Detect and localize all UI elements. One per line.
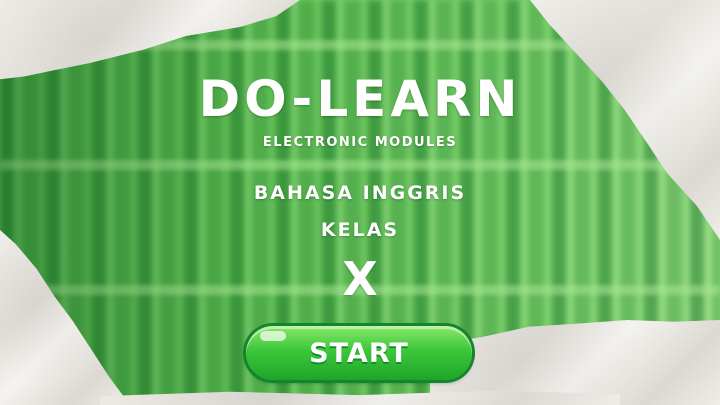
class-value: X <box>342 252 378 306</box>
app-title: DO-LEARN <box>198 70 522 128</box>
button-gloss <box>260 331 286 341</box>
app-subtitle: ELECTRONIC MODULES <box>262 135 458 150</box>
class-label: KELAS <box>320 219 400 241</box>
start-button[interactable]: START <box>246 326 472 380</box>
subject-label: BAHASA INGGRIS <box>253 182 467 204</box>
start-button-label: START <box>309 337 409 369</box>
title-screen: DO-LEARN ELECTRONIC MODULES BAHASA INGGR… <box>0 0 720 405</box>
